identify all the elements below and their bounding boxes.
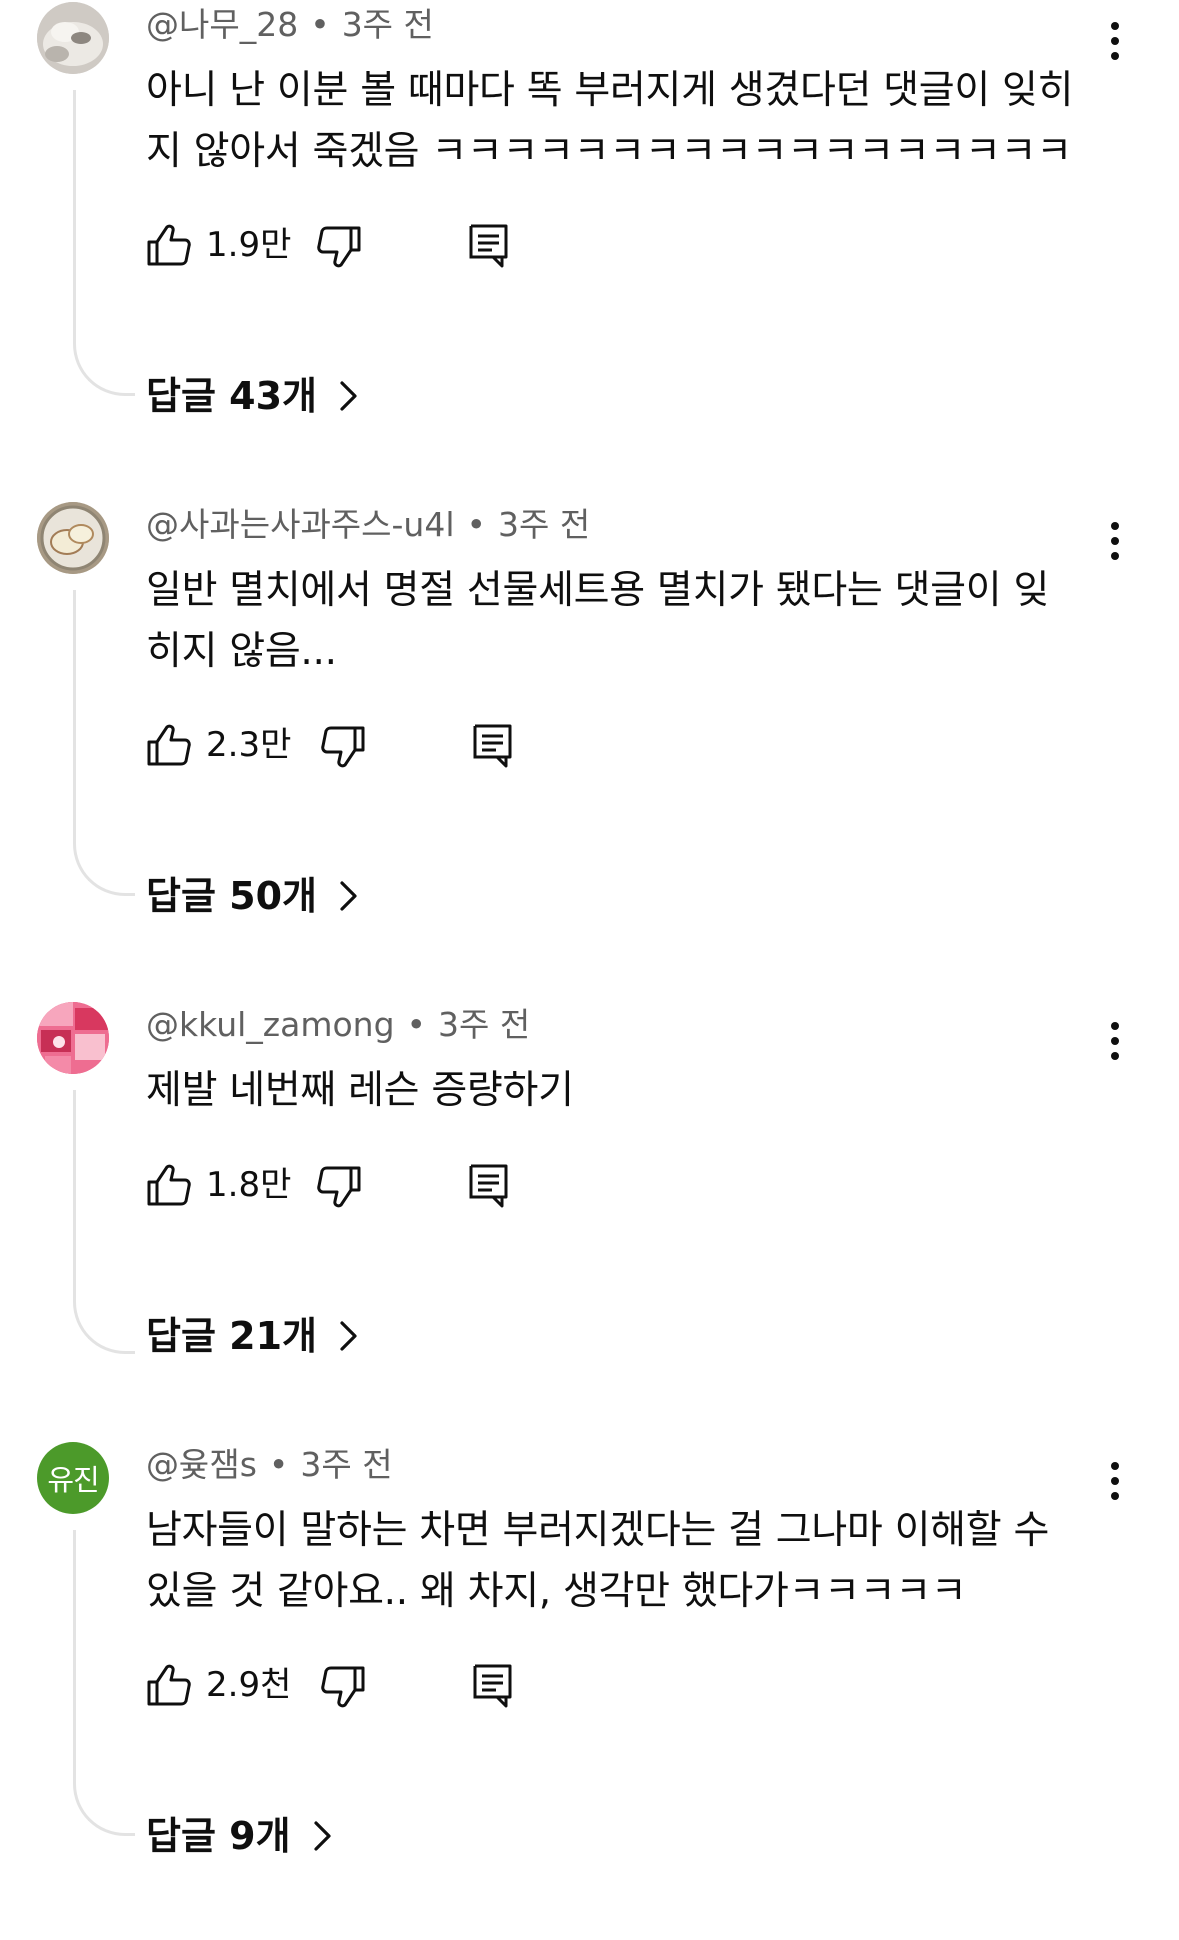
comment-item: @사과는사과주스-u4l • 3주 전 일반 멸치에서 명절 선물세트용 멸치가 됐… — [0, 500, 1179, 1000]
thumbs-down-outline-icon — [317, 1166, 361, 1208]
thumbs-up-outline-icon — [147, 1164, 191, 1206]
meta-separator: • — [406, 1005, 426, 1044]
more-options-button[interactable] — [1100, 1458, 1130, 1504]
vertical-dots-icon — [1111, 522, 1119, 560]
more-options-button[interactable] — [1100, 1018, 1130, 1064]
comment-meta: @나무_28 • 3주 전 — [146, 3, 434, 47]
chevron-right-icon — [313, 1821, 331, 1851]
author-name[interactable]: @나무_28 — [146, 5, 298, 44]
dislike-button[interactable] — [320, 724, 366, 770]
comment-reply-icon — [469, 224, 508, 268]
thread-connector — [73, 90, 135, 396]
comment-meta: @kkul_zamong • 3주 전 — [146, 1003, 530, 1047]
comment-text: 일반 멸치에서 명절 선물세트용 멸치가 됐다는 댓글이 잊 히지 않음... — [146, 560, 1106, 682]
comment-time[interactable]: 3주 전 — [300, 1445, 392, 1484]
more-options-button[interactable] — [1100, 518, 1130, 564]
view-replies-button[interactable]: 답글 21개 — [146, 1310, 361, 1362]
replies-label: 답글 9개 — [146, 1814, 291, 1858]
comment-text: 아니 난 이분 볼 때마다 똑 부러지게 생겼다던 댓글이 잊히 지 않아서 죽… — [146, 60, 1106, 182]
comment-actions: 2.9천 — [146, 1662, 646, 1712]
reply-button[interactable] — [470, 722, 516, 768]
reply-button[interactable] — [466, 222, 512, 268]
like-button[interactable] — [146, 1162, 192, 1208]
like-count: 2.3만 — [206, 725, 292, 765]
comment-text-line: 제발 네번째 레슨 증량하기 — [146, 1068, 574, 1113]
avatar[interactable] — [37, 502, 109, 574]
dislike-button[interactable] — [316, 1164, 362, 1210]
avatar-initials: 유진 — [47, 1463, 99, 1497]
author-name[interactable]: @윶잼s — [146, 1445, 257, 1484]
like-count: 2.9천 — [206, 1665, 292, 1705]
sleeping-cat-photo — [37, 2, 109, 74]
like-count: 1.9만 — [206, 225, 292, 265]
thread-connector — [73, 1530, 135, 1836]
thumbs-up-outline-icon — [147, 224, 191, 266]
thumbs-down-outline-icon — [321, 1666, 365, 1708]
replies-label: 답글 43개 — [146, 374, 317, 418]
view-replies-button[interactable]: 답글 43개 — [146, 370, 361, 422]
dislike-button[interactable] — [320, 1664, 366, 1710]
comment-text-line: 남자들이 말하는 차면 부러지겠다는 걸 그나마 이해할 수 — [146, 1508, 1050, 1553]
avatar[interactable] — [37, 1002, 109, 1074]
meta-separator: • — [268, 1445, 289, 1484]
vertical-dots-icon — [1111, 1462, 1119, 1500]
thumbs-down-outline-icon — [321, 726, 365, 768]
dislike-button[interactable] — [316, 224, 362, 270]
reply-button[interactable] — [466, 1162, 512, 1208]
avatar[interactable] — [37, 2, 109, 74]
thumbs-up-outline-icon — [147, 724, 191, 766]
comment-text: 제발 네번째 레슨 증량하기 — [146, 1060, 1106, 1121]
comment-meta: @사과는사과주스-u4l • 3주 전 — [146, 503, 590, 547]
comment-reply-icon — [473, 724, 512, 768]
comment-text-line: 아니 난 이분 볼 때마다 똑 부러지게 생겼다던 댓글이 잊히 — [146, 68, 1074, 113]
thumbs-up-outline-icon — [147, 1664, 191, 1706]
comment-time[interactable]: 3주 전 — [498, 505, 590, 544]
comment-actions: 1.9만 — [146, 222, 646, 272]
thread-connector — [73, 590, 135, 896]
comment-text-line: 있을 것 같아요.. 왜 차지, 생각만 했다가ㅋㅋㅋㅋㅋ — [146, 1569, 967, 1614]
thread-connector — [73, 1090, 135, 1354]
author-name[interactable]: @kkul_zamong — [146, 1005, 395, 1044]
comment-reply-icon — [469, 1164, 508, 1208]
view-replies-button[interactable]: 답글 50개 — [146, 870, 361, 922]
meta-separator: • — [310, 5, 330, 44]
comment-meta: @윶잼s • 3주 전 — [146, 1443, 393, 1487]
chevron-right-icon — [340, 1321, 357, 1351]
author-name[interactable]: @사과는사과주스-u4l — [146, 505, 455, 544]
comment-time[interactable]: 3주 전 — [438, 1005, 530, 1044]
reply-button[interactable] — [470, 1662, 516, 1708]
comment-item: 유진 @윶잼s • 3주 전 남자들이 말하는 차면 부러지겠다는 걸 그나마 이해… — [0, 1440, 1179, 1940]
like-count: 1.8만 — [206, 1165, 292, 1205]
comment-item: @kkul_zamong • 3주 전 제발 네번째 레슨 증량하기 1.8만 — [0, 1000, 1179, 1500]
thumbs-down-outline-icon — [317, 226, 361, 268]
apple-slices-photo — [37, 502, 109, 574]
comment-time[interactable]: 3주 전 — [342, 5, 434, 44]
replies-label: 답글 21개 — [146, 1314, 317, 1358]
vertical-dots-icon — [1111, 22, 1119, 60]
comment-reply-icon — [473, 1664, 512, 1708]
replies-label: 답글 50개 — [146, 874, 317, 918]
view-replies-button[interactable]: 답글 9개 — [146, 1810, 335, 1862]
comment-actions: 2.3만 — [146, 722, 646, 772]
comment-text-line: 히지 않음... — [146, 629, 337, 674]
comment-item: @나무_28 • 3주 전 아니 난 이분 볼 때마다 똑 부러지게 생겼다던 댓글… — [0, 0, 1179, 500]
like-button[interactable] — [146, 1662, 192, 1708]
comment-list: @나무_28 • 3주 전 아니 난 이분 볼 때마다 똑 부러지게 생겼다던 댓글… — [0, 0, 1179, 1898]
comment-text-line: 일반 멸치에서 명절 선물세트용 멸치가 됐다는 댓글이 잊 — [146, 568, 1050, 613]
comment-text-line: 지 않아서 죽겠음 ㅋㅋㅋㅋㅋㅋㅋㅋㅋㅋㅋㅋㅋㅋㅋㅋㅋㅋ — [146, 129, 1072, 174]
chevron-right-icon — [340, 881, 357, 911]
more-options-button[interactable] — [1100, 18, 1130, 64]
like-button[interactable] — [146, 722, 192, 768]
like-button[interactable] — [146, 222, 192, 268]
avatar[interactable]: 유진 — [37, 1442, 109, 1514]
comment-text: 남자들이 말하는 차면 부러지겠다는 걸 그나마 이해할 수 있을 것 같아요.… — [146, 1500, 1106, 1622]
pink-collage-photo — [37, 1002, 109, 1074]
vertical-dots-icon — [1111, 1022, 1119, 1060]
comment-actions: 1.8만 — [146, 1162, 646, 1212]
meta-separator: • — [466, 505, 486, 544]
chevron-right-icon — [340, 381, 357, 411]
